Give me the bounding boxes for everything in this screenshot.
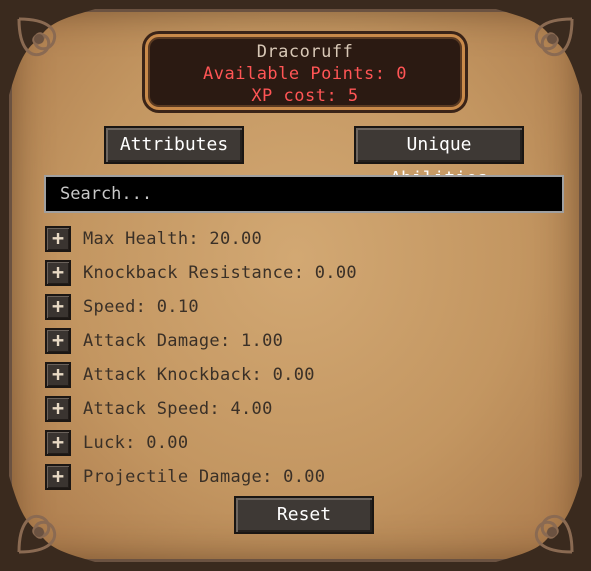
- corner-ornament: [9, 9, 95, 95]
- attribute-row: + Knockback Resistance: 0.00: [45, 256, 545, 290]
- attribute-row: + Max Health: 20.00: [45, 222, 545, 256]
- title-plate: Dracoruff Available Points: 0 XP cost: 5: [145, 34, 465, 110]
- plus-button[interactable]: +: [45, 430, 71, 456]
- attribute-row: + Projectile Damage: 0.00: [45, 460, 545, 494]
- plus-button[interactable]: +: [45, 260, 71, 286]
- unique-abilities-tab-button[interactable]: Unique Abilities: [354, 126, 524, 189]
- attribute-row: + Attack Damage: 1.00: [45, 324, 545, 358]
- corner-ornament: [496, 9, 582, 95]
- plus-button[interactable]: +: [45, 328, 71, 354]
- reset-button[interactable]: Reset: [234, 496, 374, 534]
- attribute-row: + Speed: 0.10: [45, 290, 545, 324]
- attribute-row: + Attack Speed: 4.00: [45, 392, 545, 426]
- attributes-panel: Dracoruff Available Points: 0 XP cost: 5…: [0, 0, 591, 571]
- attribute-label: Knockback Resistance: 0.00: [83, 263, 357, 283]
- attribute-label: Speed: 0.10: [83, 297, 199, 317]
- attributes-tab-button[interactable]: Attributes: [104, 126, 244, 164]
- attribute-list: + Max Health: 20.00 + Knockback Resistan…: [45, 222, 545, 494]
- attribute-label: Attack Speed: 4.00: [83, 399, 273, 419]
- plus-button[interactable]: +: [45, 362, 71, 388]
- plus-button[interactable]: +: [45, 464, 71, 490]
- attribute-label: Luck: 0.00: [83, 433, 189, 453]
- plus-button[interactable]: +: [45, 226, 71, 252]
- attribute-label: Max Health: 20.00: [83, 229, 263, 249]
- attribute-label: Attack Damage: 1.00: [83, 331, 284, 351]
- attribute-row: + Luck: 0.00: [45, 426, 545, 460]
- search-input[interactable]: [44, 175, 564, 213]
- available-points: Available Points: 0: [203, 64, 407, 84]
- creature-name: Dracoruff: [256, 42, 354, 62]
- plus-button[interactable]: +: [45, 294, 71, 320]
- attribute-row: + Attack Knockback: 0.00: [45, 358, 545, 392]
- attribute-label: Projectile Damage: 0.00: [83, 467, 326, 487]
- attribute-label: Attack Knockback: 0.00: [83, 365, 315, 385]
- plus-button[interactable]: +: [45, 396, 71, 422]
- xp-cost: XP cost: 5: [251, 86, 359, 106]
